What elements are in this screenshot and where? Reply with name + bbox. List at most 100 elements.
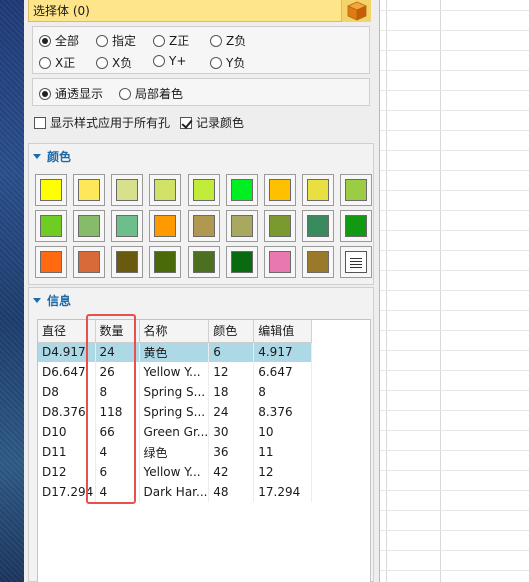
table-row[interactable]: D8 8 Spring S... 18 8 bbox=[38, 382, 313, 402]
section-title: 颜色 bbox=[47, 149, 72, 164]
color-swatch[interactable] bbox=[302, 174, 334, 206]
grid-line bbox=[386, 0, 387, 582]
color-swatch[interactable] bbox=[226, 210, 258, 242]
filter-y-pos-radio[interactable]: Y+ bbox=[153, 54, 186, 68]
swatch-fill bbox=[269, 215, 291, 237]
table-cell: 8 bbox=[95, 382, 140, 402]
info-table-container[interactable]: 直径 数量 名称 颜色 编辑值 D4.917 24 黄色 6 4.917 D6.647 26… bbox=[37, 319, 371, 582]
table-cell: 24 bbox=[208, 402, 255, 422]
color-swatch[interactable] bbox=[226, 246, 258, 278]
table-row[interactable]: D8.376 118 Spring S... 24 8.376 bbox=[38, 402, 313, 422]
column-header-name[interactable]: 名称 bbox=[139, 320, 210, 343]
color-swatch[interactable] bbox=[35, 210, 67, 242]
color-swatch[interactable] bbox=[188, 246, 220, 278]
table-cell: 66 bbox=[95, 422, 140, 442]
table-cell: Yellow Y... bbox=[139, 462, 210, 482]
table-row[interactable]: D6.647 26 Yellow Y... 12 6.647 bbox=[38, 362, 313, 382]
table-cell: 8 bbox=[253, 382, 313, 402]
table-cell: 42 bbox=[208, 462, 255, 482]
column-header-color[interactable]: 颜色 bbox=[208, 320, 255, 343]
table-cell: 黄色 bbox=[139, 342, 210, 362]
grid-line bbox=[380, 390, 529, 391]
color-swatch[interactable] bbox=[111, 174, 143, 206]
filter-z-pos-radio[interactable]: Z正 bbox=[153, 32, 189, 49]
color-swatch[interactable] bbox=[264, 246, 296, 278]
table-row[interactable]: D4.917 24 黄色 6 4.917 bbox=[38, 342, 313, 362]
radio-dot bbox=[119, 87, 131, 100]
table-row[interactable]: D12 6 Yellow Y... 42 12 bbox=[38, 462, 313, 482]
swatch-fill bbox=[345, 179, 367, 201]
color-swatch[interactable] bbox=[188, 174, 220, 206]
color-swatch[interactable] bbox=[73, 246, 105, 278]
color-swatch[interactable] bbox=[111, 210, 143, 242]
swatch-fill bbox=[78, 251, 100, 273]
grid-line bbox=[380, 370, 529, 371]
grid-line bbox=[380, 310, 529, 311]
swatch-fill bbox=[193, 251, 215, 273]
radio-dot bbox=[39, 56, 51, 69]
checkbox-label: 记录颜色 bbox=[196, 116, 245, 130]
grid-line bbox=[380, 210, 529, 211]
grid-line bbox=[380, 530, 529, 531]
table-row[interactable]: D17.294 4 Dark Har... 48 17.294 bbox=[38, 482, 313, 502]
grid-line bbox=[380, 70, 529, 71]
color-swatch[interactable] bbox=[226, 174, 258, 206]
table-cell: Spring S... bbox=[139, 382, 210, 402]
color-swatch[interactable] bbox=[302, 246, 334, 278]
color-swatch[interactable] bbox=[264, 210, 296, 242]
filter-specified-radio[interactable]: 指定 bbox=[96, 32, 136, 49]
swatch-fill bbox=[78, 215, 100, 237]
color-swatch[interactable] bbox=[149, 210, 181, 242]
color-swatch[interactable] bbox=[188, 210, 220, 242]
filter-z-neg-radio[interactable]: Z负 bbox=[210, 32, 246, 49]
more-colors-button[interactable] bbox=[340, 246, 372, 278]
color-swatch[interactable] bbox=[149, 174, 181, 206]
radio-dot bbox=[153, 55, 165, 67]
grid-line bbox=[380, 230, 529, 231]
color-swatch[interactable] bbox=[73, 210, 105, 242]
filter-y-neg-radio[interactable]: Y负 bbox=[210, 54, 245, 71]
swatch-fill bbox=[40, 251, 62, 273]
grid-line bbox=[380, 90, 529, 91]
local-shading-radio[interactable]: 局部着色 bbox=[119, 85, 183, 102]
info-section-header[interactable]: 信息 bbox=[29, 288, 375, 312]
cube-button[interactable] bbox=[341, 0, 371, 22]
table-cell: 18 bbox=[208, 382, 255, 402]
color-swatch[interactable] bbox=[340, 174, 372, 206]
radio-label: Y负 bbox=[226, 56, 246, 70]
grid-line bbox=[380, 30, 529, 31]
radio-label: 全部 bbox=[55, 34, 80, 48]
color-swatch[interactable] bbox=[340, 210, 372, 242]
table-row[interactable]: D10 66 Green Gr... 30 10 bbox=[38, 422, 313, 442]
table-row[interactable]: D11 4 绿色 36 11 bbox=[38, 442, 313, 462]
color-swatch[interactable] bbox=[35, 174, 67, 206]
column-header-diameter[interactable]: 直径 bbox=[38, 320, 96, 343]
color-swatch[interactable] bbox=[149, 246, 181, 278]
grid-line bbox=[380, 150, 529, 151]
filter-x-neg-radio[interactable]: X负 bbox=[96, 54, 132, 71]
radio-label: Z负 bbox=[226, 34, 247, 48]
color-swatch[interactable] bbox=[73, 174, 105, 206]
grid-line bbox=[380, 110, 529, 111]
color-swatch[interactable] bbox=[111, 246, 143, 278]
color-swatch[interactable] bbox=[302, 210, 334, 242]
filter-all-radio[interactable]: 全部 bbox=[39, 32, 79, 49]
selection-header[interactable]: 选择体 (0) bbox=[28, 0, 371, 22]
color-section-header[interactable]: 颜色 bbox=[29, 144, 375, 168]
swatch-fill bbox=[307, 251, 329, 273]
filter-x-pos-radio[interactable]: X正 bbox=[39, 54, 75, 71]
transparent-display-radio[interactable]: 通透显示 bbox=[39, 85, 103, 102]
grid-line bbox=[380, 430, 529, 431]
table-cell: D11 bbox=[38, 442, 96, 462]
column-header-edit-value[interactable]: 编辑值 bbox=[253, 320, 313, 343]
color-swatch[interactable] bbox=[264, 174, 296, 206]
grid-line bbox=[380, 550, 529, 551]
grid-line bbox=[380, 50, 529, 51]
column-header-count[interactable]: 数量 bbox=[95, 320, 140, 343]
record-color-checkbox[interactable]: 记录颜色 bbox=[180, 114, 244, 131]
apply-all-holes-checkbox[interactable]: 显示样式应用于所有孔 bbox=[34, 114, 170, 131]
radio-dot bbox=[39, 87, 51, 100]
table-cell: 4 bbox=[95, 482, 140, 502]
table-cell: 12 bbox=[253, 462, 313, 482]
color-swatch[interactable] bbox=[35, 246, 67, 278]
